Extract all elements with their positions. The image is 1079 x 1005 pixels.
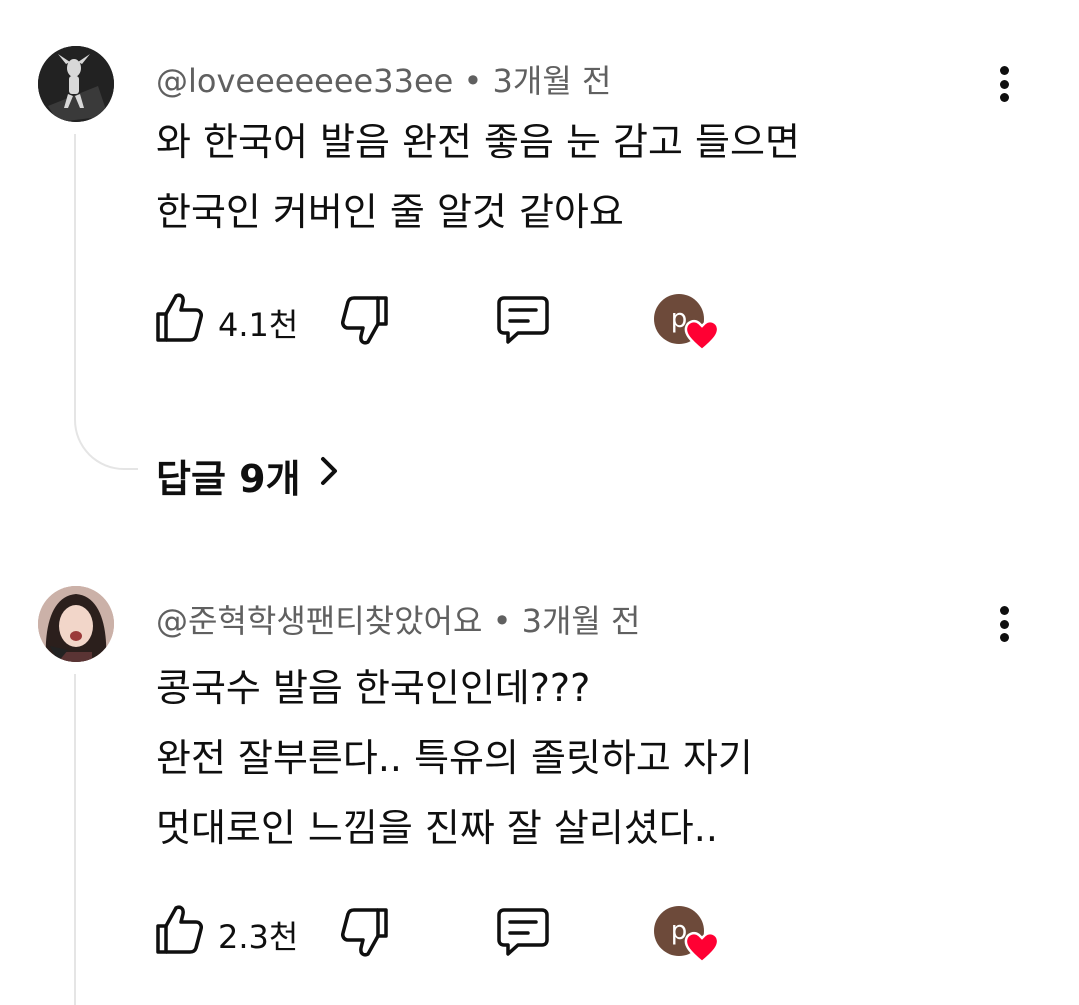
like-count: 2.3천 [218,918,299,956]
comment-text-line: 한국인 커버인 줄 알것 같아요 [156,190,624,234]
meta-separator: • [492,602,512,640]
comment-meta: @loveeeeeee33ee • 3개월 전 [156,56,611,102]
more-vert-icon[interactable] [986,600,1022,648]
comment-text-line: 멋대로인 느낌을 진짜 잘 살리셨다.. [156,806,718,850]
comment-actions: 4.1천 p [0,290,1079,352]
comment-icon[interactable] [496,906,550,962]
replies-button[interactable]: 답글 9개 [156,448,341,503]
comment-meta: @준혁학생팬티찾았어요 • 3개월 전 [156,596,640,642]
more-vert-icon[interactable] [986,60,1022,108]
thumbs-up-icon[interactable] [154,902,204,960]
timestamp: 3개월 전 [492,62,612,100]
heart-icon [684,318,720,356]
chevron-right-icon [319,453,341,498]
avatar[interactable] [38,586,114,662]
comment-2: @준혁학생팬티찾았어요 • 3개월 전 콩국수 발음 한국인인데??? 완전 잘… [0,540,1079,1005]
thumbs-down-icon[interactable] [340,906,390,964]
comment-1: @loveeeeeee33ee • 3개월 전 와 한국어 발음 완전 좋음 눈… [0,0,1079,520]
comment-text-line: 콩국수 발음 한국인인데??? [156,666,591,710]
meta-separator: • [463,62,483,100]
like-count: 4.1천 [218,306,299,344]
comment-text-line: 완전 잘부른다.. 특유의 졸릿하고 자기 [156,736,753,780]
thumbs-down-icon[interactable] [340,294,390,352]
comment-icon[interactable] [496,294,550,350]
thread-line [74,134,76,420]
thumbs-up-icon[interactable] [154,290,204,348]
username[interactable]: @준혁학생팬티찾았어요 [156,602,482,640]
username[interactable]: @loveeeeeee33ee [156,62,453,100]
comment-text-line: 와 한국어 발음 완전 좋음 눈 감고 들으면 [156,120,800,164]
comment-actions: 2.3천 p [0,902,1079,964]
replies-label: 답글 9개 [156,457,301,501]
timestamp: 3개월 전 [521,602,641,640]
heart-icon [684,930,720,968]
thread-connector [74,418,138,470]
avatar[interactable] [38,46,114,122]
